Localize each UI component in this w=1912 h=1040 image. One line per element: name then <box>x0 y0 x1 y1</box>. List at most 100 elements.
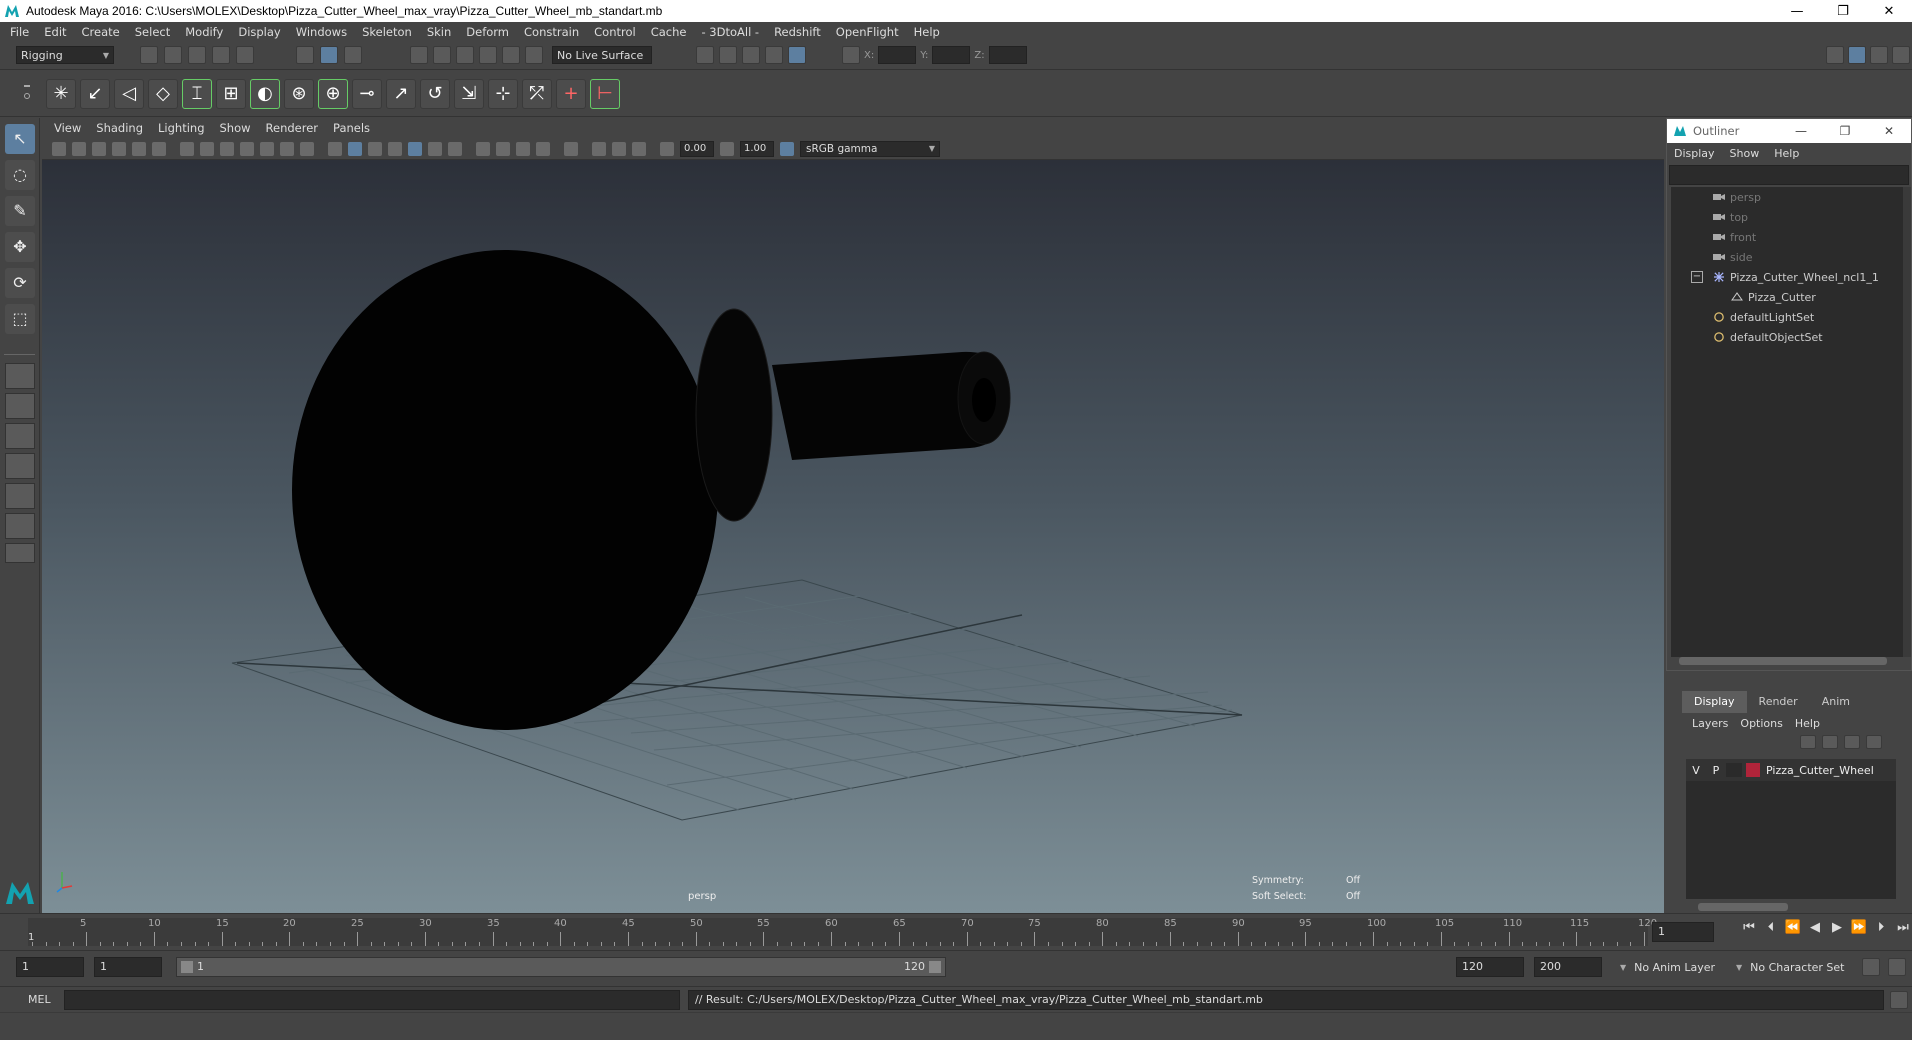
point-constraint-icon[interactable]: ⊸ <box>352 79 382 109</box>
grease-pencil-icon[interactable] <box>152 141 166 156</box>
outliner-close-button[interactable]: ✕ <box>1867 124 1911 138</box>
snap-curve-icon[interactable] <box>433 46 451 64</box>
new-layer-selected-icon[interactable] <box>1866 735 1882 749</box>
script-editor-icon[interactable] <box>1890 991 1908 1009</box>
four-view-layout-icon[interactable] <box>5 393 35 419</box>
minimize-button[interactable]: — <box>1774 4 1820 19</box>
script-language-toggle[interactable]: MEL <box>28 993 51 1006</box>
layer-tab-render[interactable]: Render <box>1747 691 1810 713</box>
select-tool-icon[interactable]: ↖ <box>5 124 35 154</box>
snap-surface-icon[interactable] <box>502 46 520 64</box>
default-lighting-icon[interactable] <box>368 141 382 156</box>
wire-icon[interactable]: ⊛ <box>284 79 314 109</box>
anti-aliasing-icon[interactable] <box>516 141 530 156</box>
render-frame-icon[interactable] <box>719 46 737 64</box>
move-tool-icon[interactable]: ✥ <box>5 232 35 262</box>
screen-space-ao-icon[interactable] <box>476 141 490 156</box>
scale-tool-icon[interactable]: ⬚ <box>5 304 35 334</box>
playback-start-field[interactable]: 1 <box>94 957 162 977</box>
select-component-icon[interactable] <box>344 46 362 64</box>
layer-menu-help[interactable]: Help <box>1795 717 1820 730</box>
maya-home-icon[interactable] <box>4 878 36 906</box>
z-field[interactable] <box>988 46 1027 64</box>
outliner-maximize-button[interactable]: ❐ <box>1823 124 1867 138</box>
field-chart-icon[interactable] <box>260 141 274 156</box>
select-hierarchy-icon[interactable] <box>296 46 314 64</box>
range-start-handle[interactable] <box>181 961 193 973</box>
step-forward-frame-icon[interactable]: ⏵ <box>1870 920 1892 935</box>
outliner-item-default-light-set[interactable]: defaultLightSet <box>1671 307 1903 327</box>
layer-scrollbar-h[interactable] <box>1698 903 1788 911</box>
snap-view-icon[interactable] <box>479 46 497 64</box>
smooth-shade-icon[interactable] <box>348 141 362 156</box>
textured-icon[interactable] <box>408 141 422 156</box>
open-scene-icon[interactable] <box>164 46 182 64</box>
vp-menu-shading[interactable]: Shading <box>96 121 143 135</box>
shadows-icon[interactable] <box>448 141 462 156</box>
ik-handle-icon[interactable]: ↙ <box>80 79 110 109</box>
new-scene-icon[interactable] <box>140 46 158 64</box>
render-view-icon[interactable] <box>696 46 714 64</box>
blend-shape-icon[interactable]: ⊕ <box>318 79 348 109</box>
rotate-tool-icon[interactable]: ⟳ <box>5 268 35 298</box>
outliner-scrollbar-h[interactable] <box>1679 657 1887 665</box>
live-surface-field[interactable]: No Live Surface <box>552 46 652 64</box>
viewport-3d-canvas[interactable]: persp Symmetry: Off Soft Select: Off <box>42 160 1664 913</box>
gate-mask-icon[interactable] <box>240 141 254 156</box>
image-plane-icon[interactable] <box>112 141 126 156</box>
color-management-icon[interactable] <box>780 141 794 156</box>
gamma-field[interactable]: 1.00 <box>740 140 774 157</box>
channel-box-icon[interactable] <box>1892 46 1910 64</box>
2d-pan-zoom-icon[interactable] <box>132 141 146 156</box>
menu-create[interactable]: Create <box>82 25 120 39</box>
outliner-search-input[interactable] <box>1669 165 1909 185</box>
time-ruler[interactable]: 5 10 15 20 25 30 35 40 45 50 55 60 65 70 75 80 85 90 95 100… <box>28 918 1657 946</box>
menu-windows[interactable]: Windows <box>296 25 347 39</box>
outliner-item-default-object-set[interactable]: defaultObjectSet <box>1671 327 1903 347</box>
layer-row[interactable]: V P Pizza_Cutter_Wheel <box>1686 759 1896 781</box>
layout-menu-icon[interactable] <box>5 543 35 563</box>
layer-menu-options[interactable]: Options <box>1740 717 1782 730</box>
select-object-icon[interactable] <box>320 46 338 64</box>
menu-constrain[interactable]: Constrain <box>524 25 579 39</box>
xray-active-icon[interactable] <box>612 141 626 156</box>
orient-constraint-icon[interactable]: ↺ <box>420 79 450 109</box>
auto-key-icon[interactable] <box>1862 958 1880 976</box>
attribute-editor-icon[interactable] <box>1848 46 1866 64</box>
exposure-icon[interactable] <box>660 141 674 156</box>
safe-action-icon[interactable] <box>280 141 294 156</box>
command-input[interactable] <box>64 990 680 1010</box>
outliner-menu-display[interactable]: Display <box>1674 147 1715 160</box>
bookmark-icon[interactable] <box>92 141 106 156</box>
custom-layout-icon[interactable] <box>5 513 35 539</box>
side-by-side-layout-icon[interactable] <box>5 423 35 449</box>
menu-skeleton[interactable]: Skeleton <box>362 25 412 39</box>
step-back-frame-icon[interactable]: ⏴ <box>1760 920 1782 935</box>
safe-title-icon[interactable] <box>300 141 314 156</box>
wireframe-on-shaded-icon[interactable] <box>388 141 402 156</box>
layer-visibility-toggle[interactable]: V <box>1686 764 1706 777</box>
outliner-item-side[interactable]: side <box>1671 247 1903 267</box>
menu-openflight[interactable]: OpenFlight <box>836 25 899 39</box>
layer-tab-anim[interactable]: Anim <box>1810 691 1862 713</box>
colorspace-dropdown[interactable]: sRGB gamma ▼ <box>800 140 940 157</box>
make-live-icon[interactable] <box>525 46 543 64</box>
film-gate-icon[interactable] <box>200 141 214 156</box>
vp-menu-lighting[interactable]: Lighting <box>158 121 204 135</box>
persp-outliner-layout-icon[interactable] <box>5 483 35 509</box>
menu-edit[interactable]: Edit <box>44 25 66 39</box>
exposure-field[interactable]: 0.00 <box>680 140 714 157</box>
go-to-start-icon[interactable]: ⏮ <box>1738 920 1760 935</box>
vp-menu-renderer[interactable]: Renderer <box>266 121 319 135</box>
layer-display-type[interactable] <box>1726 763 1742 777</box>
save-scene-icon[interactable] <box>188 46 206 64</box>
paint-select-icon[interactable]: ✎ <box>5 196 35 226</box>
range-end-handle[interactable] <box>929 961 941 973</box>
joint-tool-icon[interactable]: ✳ <box>46 79 76 109</box>
snap-grid-icon[interactable] <box>410 46 428 64</box>
vp-menu-show[interactable]: Show <box>220 121 251 135</box>
transform-mode-icon[interactable] <box>842 46 860 64</box>
anim-layer-dropdown[interactable]: ▼ No Anim Layer <box>1620 957 1738 977</box>
use-lights-icon[interactable] <box>428 141 442 156</box>
animation-preferences-icon[interactable] <box>1888 958 1906 976</box>
